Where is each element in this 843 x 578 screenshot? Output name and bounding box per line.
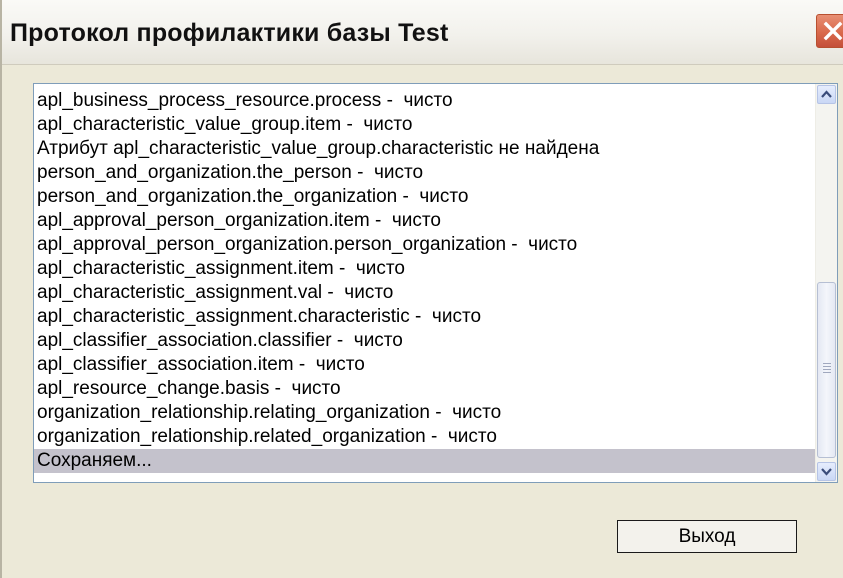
log-line[interactable]: apl_characteristic_assignment.val - чист… <box>34 281 816 305</box>
close-icon <box>823 21 843 41</box>
scroll-up-button[interactable] <box>817 85 836 104</box>
log-line[interactable]: apl_characteristic_assignment.item - чис… <box>34 257 816 281</box>
log-line[interactable]: organization_relationship.relating_organ… <box>34 401 816 425</box>
log-line[interactable]: Сохраняем... <box>34 449 816 473</box>
log-line[interactable]: person_and_organization.the_organization… <box>34 185 816 209</box>
close-button[interactable] <box>816 14 843 48</box>
log-line[interactable]: apl_resource_change.basis - чисто <box>34 377 816 401</box>
chevron-up-icon <box>821 90 832 98</box>
grip-icon <box>823 363 831 375</box>
dialog-window: Протокол профилактики базы Test apl_busi… <box>0 0 843 578</box>
log-line[interactable]: apl_classifier_association.item - чисто <box>34 353 816 377</box>
log-line[interactable]: person_and_organization.the_person - чис… <box>34 161 816 185</box>
log-listbox[interactable]: apl_business_process_resource.process - … <box>33 83 838 483</box>
title-bar[interactable]: Протокол профилактики базы Test <box>2 0 843 65</box>
log-line[interactable]: apl_approval_person_organization.item - … <box>34 209 816 233</box>
scroll-down-button[interactable] <box>817 462 836 481</box>
log-line[interactable]: apl_characteristic_assignment.characteri… <box>34 305 816 329</box>
log-line[interactable]: apl_classifier_association.classifier - … <box>34 329 816 353</box>
log-lines: apl_business_process_resource.process - … <box>34 89 816 473</box>
exit-button[interactable]: Выход <box>617 520 797 553</box>
log-line[interactable]: organization_relationship.related_organi… <box>34 425 816 449</box>
log-line[interactable]: apl_characteristic_value_group.item - чи… <box>34 113 816 137</box>
vertical-scrollbar[interactable] <box>815 84 837 482</box>
window-title: Протокол профилактики базы Test <box>10 19 449 47</box>
log-line[interactable]: apl_business_process_resource.process - … <box>34 89 816 113</box>
chevron-down-icon <box>821 468 832 476</box>
log-line[interactable]: Атрибут apl_characteristic_value_group.c… <box>34 137 816 161</box>
scrollbar-thumb[interactable] <box>817 282 836 458</box>
log-line[interactable]: apl_approval_person_organization.person_… <box>34 233 816 257</box>
